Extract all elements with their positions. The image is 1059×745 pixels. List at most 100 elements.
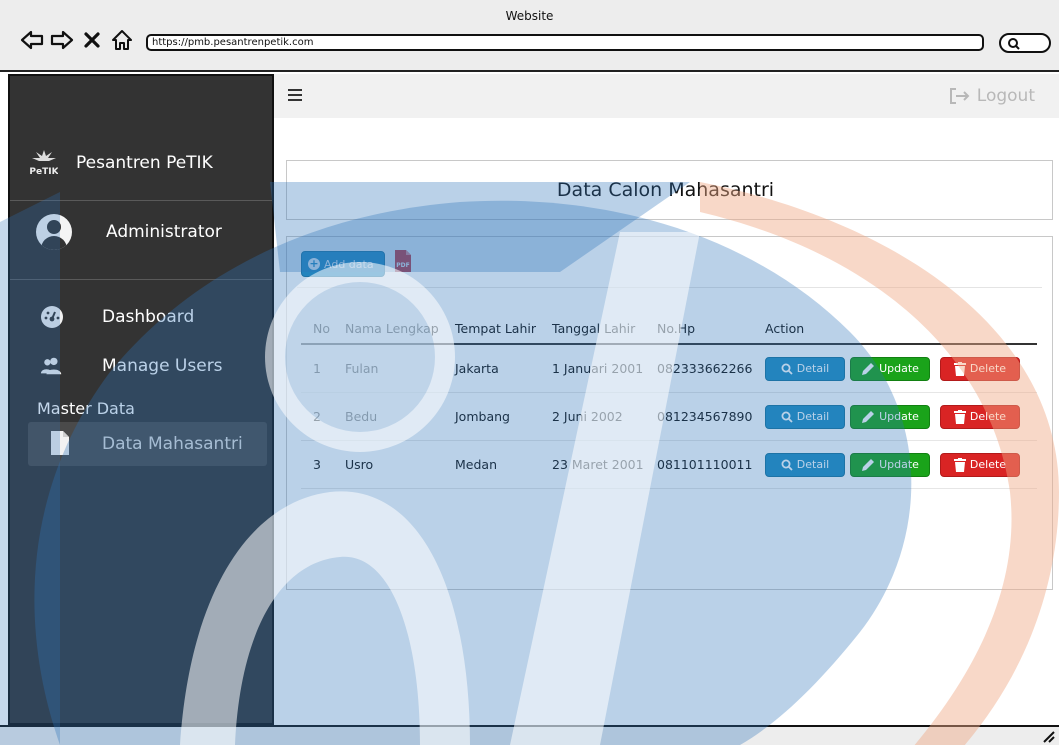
search-icon — [781, 459, 793, 471]
page-title: Data Calon Mahasantri — [556, 179, 775, 201]
cell-tempat: Jombang — [455, 392, 552, 441]
delete-label: Delete — [969, 458, 1007, 471]
url-bar[interactable]: https://pmb.pesantrenpetik.com — [146, 34, 984, 51]
detail-label: Detail — [796, 362, 830, 375]
delete-button[interactable]: Delete — [940, 452, 1020, 477]
users-icon — [40, 354, 64, 378]
table-header-row: No Nama Lengkap Tempat Lahir Tanggal Lah… — [301, 313, 1037, 345]
table-card: + Add data PDF No Nama Lengkap Tempat La… — [286, 236, 1053, 590]
cell-no: 3 — [301, 440, 345, 489]
trash-icon — [953, 361, 966, 376]
column-header: Tanggal Lahir — [552, 313, 657, 345]
cell-actions: Detail Update Delete — [765, 392, 1037, 441]
data-table: No Nama Lengkap Tempat Lahir Tanggal Lah… — [301, 313, 1037, 489]
logo-text: PeTIK — [30, 167, 58, 177]
column-header: No.Hp — [657, 313, 765, 345]
resize-grip-icon[interactable] — [1041, 729, 1055, 743]
cell-nama: Fulan — [345, 344, 455, 393]
cell-tempat: Medan — [455, 440, 552, 489]
pdf-label: PDF — [396, 262, 409, 269]
brand-name: Pesantren PeTIK — [76, 153, 213, 173]
detail-button[interactable]: Detail — [765, 404, 845, 429]
column-header: Action — [765, 313, 1037, 345]
cell-hp: 082333662266 — [657, 344, 765, 393]
table-row: 3 Usro Medan 23 Maret 2001 081101110011 … — [301, 440, 1037, 489]
cell-hp: 081101110011 — [657, 440, 765, 489]
sidebar-item-manage-users[interactable]: Manage Users — [10, 346, 268, 386]
cell-hp: 081234567890 — [657, 392, 765, 441]
update-label: Update — [879, 458, 919, 471]
detail-button[interactable]: Detail — [765, 356, 845, 381]
table-row: 2 Bedu Jombang 2 Juni 2002 081234567890 … — [301, 392, 1037, 441]
cell-nama: Bedu — [345, 392, 455, 441]
table-row: 1 Fulan Jakarta 1 Januari 2001 082333662… — [301, 344, 1037, 393]
pdf-export-icon[interactable]: PDF — [394, 249, 412, 273]
logout-icon — [949, 88, 970, 104]
search-icon — [781, 411, 793, 423]
avatar — [36, 214, 72, 250]
pencil-icon — [862, 362, 875, 375]
delete-label: Delete — [969, 362, 1007, 375]
column-header: No — [301, 313, 345, 345]
cell-tanggal: 1 Januari 2001 — [552, 344, 657, 393]
column-header: Tempat Lahir — [455, 313, 552, 345]
pencil-icon — [862, 410, 875, 423]
sidebar-divider — [10, 279, 272, 280]
delete-button[interactable]: Delete — [940, 404, 1020, 429]
cell-tanggal: 2 Juni 2002 — [552, 392, 657, 441]
window-title: Website — [505, 9, 554, 23]
logout-label: Logout — [976, 86, 1035, 106]
detail-label: Detail — [796, 458, 830, 471]
cell-tempat: Jakarta — [455, 344, 552, 393]
browser-status-bar — [0, 725, 1059, 745]
logout-button[interactable]: Logout — [949, 86, 1035, 106]
file-icon — [50, 430, 70, 460]
cell-no: 1 — [301, 344, 345, 393]
dashboard-icon — [40, 305, 64, 329]
search-icon — [1008, 38, 1020, 50]
cell-actions: Detail Update Delete — [765, 344, 1037, 393]
home-icon[interactable] — [110, 28, 134, 52]
update-button[interactable]: Update — [850, 452, 930, 477]
petik-logo: PeTIK — [30, 148, 58, 178]
title-card: Data Calon Mahasantri — [286, 160, 1053, 220]
sidebar-item-label: Dashboard — [102, 307, 195, 327]
brand[interactable]: PeTIK Pesantren PeTIK — [30, 148, 213, 178]
menu-toggle-icon[interactable] — [288, 89, 302, 101]
detail-button[interactable]: Detail — [765, 452, 845, 477]
update-label: Update — [879, 362, 919, 375]
add-data-label: Add data — [324, 257, 374, 271]
search-icon — [781, 363, 793, 375]
sidebar-item-dashboard[interactable]: Dashboard — [10, 297, 268, 337]
cell-nama: Usro — [345, 440, 455, 489]
topbar: Logout — [274, 74, 1059, 118]
sidebar-item-data-mahasantri[interactable]: Data Mahasantri — [28, 422, 267, 466]
cell-tanggal: 23 Maret 2001 — [552, 440, 657, 489]
trash-icon — [953, 409, 966, 424]
sidebar: PeTIK Pesantren PeTIK Administrator Dash… — [8, 74, 274, 725]
sidebar-item-label: Manage Users — [102, 356, 223, 376]
update-button[interactable]: Update — [850, 356, 930, 381]
delete-label: Delete — [969, 410, 1007, 423]
plus-icon: + — [308, 257, 320, 270]
browser-chrome: Website https://pmb.pesantrenpetik.com — [0, 0, 1059, 72]
forward-arrow-icon[interactable] — [50, 28, 74, 52]
pencil-icon — [862, 458, 875, 471]
sidebar-item-label: Data Mahasantri — [102, 434, 243, 454]
browser-search-button[interactable] — [999, 33, 1051, 53]
add-data-button[interactable]: + Add data — [301, 251, 385, 277]
cell-no: 2 — [301, 392, 345, 441]
update-label: Update — [879, 410, 919, 423]
browser-nav — [20, 25, 134, 55]
user-name: Administrator — [106, 222, 222, 242]
close-icon[interactable] — [80, 28, 104, 52]
user-panel[interactable]: Administrator — [36, 214, 222, 250]
update-button[interactable]: Update — [850, 404, 930, 429]
delete-button[interactable]: Delete — [940, 356, 1020, 381]
column-header: Nama Lengkap — [345, 313, 455, 345]
divider — [297, 287, 1042, 288]
section-label: Master Data — [37, 399, 135, 418]
back-arrow-icon[interactable] — [20, 28, 44, 52]
detail-label: Detail — [796, 410, 830, 423]
cell-actions: Detail Update Delete — [765, 440, 1037, 489]
